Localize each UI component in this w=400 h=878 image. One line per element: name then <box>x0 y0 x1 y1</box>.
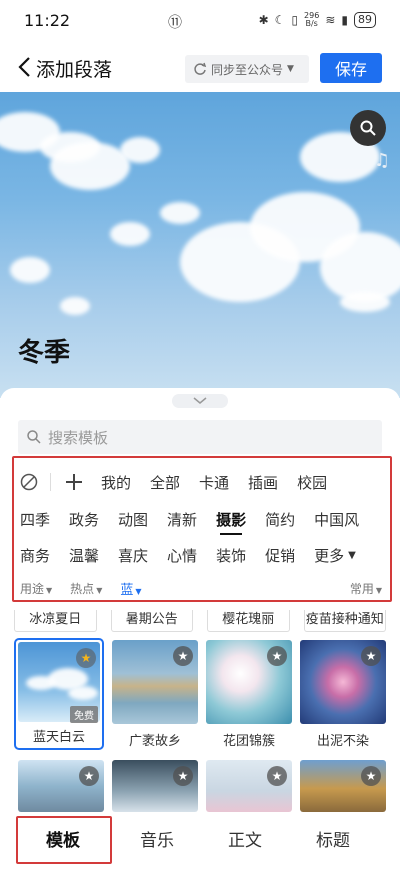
common-label: 常用 <box>349 581 374 596</box>
signal-icon: ▮ <box>341 13 348 27</box>
template-card-label: 蓝天白云 <box>32 730 85 745</box>
filter-tag-mine[interactable]: 我的 <box>101 472 131 493</box>
filter-tag-animated[interactable]: 动图 <box>118 509 148 530</box>
filter-tag-seasons[interactable]: 四季 <box>20 509 50 530</box>
filter-tag-campus[interactable]: 校园 <box>297 472 327 493</box>
back-arrow-icon[interactable] <box>14 54 36 80</box>
filter-tag-government[interactable]: 政务 <box>69 509 99 530</box>
tab-template[interactable]: 模板 <box>46 826 80 851</box>
template-card-selected[interactable]: ★ 免费 蓝天白云 <box>14 638 104 750</box>
header: 添加段落 同步至公众号 ▼ 保存 <box>0 40 400 94</box>
network-speed: 296 B/s <box>304 12 319 28</box>
do-not-disturb-icon: ☾ <box>274 13 286 27</box>
chevron-down-icon: ▼ <box>96 585 103 595</box>
sync-to-account-dropdown[interactable]: 同步至公众号 ▼ <box>185 55 309 83</box>
template-card-label: 花团锦簇 <box>222 734 275 749</box>
filter-tag-mood[interactable]: 心情 <box>167 545 197 566</box>
favorite-star-icon[interactable]: ★ <box>361 646 381 666</box>
filter-tag-business[interactable]: 商务 <box>20 545 50 566</box>
favorite-star-icon[interactable]: ★ <box>79 766 99 786</box>
preset-template-row: 冰凉夏日 暑期公告 樱花瑰丽 疫苗接种通知 <box>14 610 386 632</box>
filter-tag-cartoon[interactable]: 卡通 <box>199 472 229 493</box>
template-panel: 搜索模板 我的 全部 卡通 插画 校园 四季 政务 动图 清新 摄影 简约 中国… <box>0 388 400 866</box>
chevron-down-icon: ▼ <box>348 549 356 561</box>
chevron-down-icon: ▼ <box>287 64 294 74</box>
filter-tag-all[interactable]: 全部 <box>150 472 180 493</box>
hot-dropdown[interactable]: 热点 ▼ <box>70 580 102 597</box>
template-search-input[interactable]: 搜索模板 <box>18 420 382 454</box>
notification-icon: ⑪ <box>168 15 182 31</box>
status-time: 11:22 <box>24 11 71 30</box>
filter-tag-promotion[interactable]: 促销 <box>265 545 295 566</box>
bluetooth-icon: ✱ <box>258 13 269 27</box>
preset-template[interactable]: 樱花瑰丽 <box>207 610 290 632</box>
filter-row-1: 我的 全部 卡通 插画 校园 <box>14 470 327 494</box>
template-card-label: 出泥不染 <box>316 734 369 749</box>
favorite-star-icon[interactable]: ★ <box>267 646 287 666</box>
cover-image[interactable]: ♫ 冬季 <box>0 92 400 398</box>
favorite-star-icon[interactable]: ★ <box>267 766 287 786</box>
category-filter-panel: 我的 全部 卡通 插画 校园 四季 政务 动图 清新 摄影 简约 中国风 商务 … <box>12 456 392 602</box>
chevron-down-icon: ▼ <box>135 586 142 596</box>
favorite-star-icon[interactable]: ★ <box>173 766 193 786</box>
image-search-button[interactable] <box>350 110 386 146</box>
network-speed-unit: B/s <box>305 19 318 28</box>
page-title: 添加段落 <box>36 59 113 81</box>
filter-tag-fresh[interactable]: 清新 <box>167 509 197 530</box>
filter-tag-more[interactable]: 更多 <box>314 545 344 566</box>
filter-row-4: 用途 ▼ 热点 ▼ 蓝 ▼ 常用 ▼ <box>14 576 390 600</box>
common-dropdown[interactable]: 常用 ▼ <box>350 580 382 597</box>
filter-tag-minimal[interactable]: 简约 <box>265 509 295 530</box>
filter-tag-illustration[interactable]: 插画 <box>248 472 278 493</box>
usage-dropdown[interactable]: 用途 ▼ <box>20 580 52 597</box>
tab-music[interactable]: 音乐 <box>140 826 174 851</box>
tab-body-text[interactable]: 正文 <box>228 826 262 851</box>
favorite-star-icon[interactable]: ★ <box>361 766 381 786</box>
divider <box>50 473 51 491</box>
chevron-down-icon: ▼ <box>46 585 53 595</box>
chevron-down-icon <box>193 397 207 404</box>
filter-row-2: 四季 政务 动图 清新 摄影 简约 中国风 <box>14 507 359 535</box>
status-icons: ✱ ☾ ▯ 296 B/s ≋ ▮ 89 <box>259 12 376 28</box>
sync-label: 同步至公众号 <box>211 62 284 77</box>
filter-tag-warm[interactable]: 温馨 <box>69 545 99 566</box>
filter-tag-photography[interactable]: 摄影 <box>216 509 246 535</box>
sync-icon <box>194 62 207 75</box>
cover-title[interactable]: 冬季 <box>18 332 70 369</box>
save-button[interactable]: 保存 <box>320 53 382 83</box>
favorite-star-icon[interactable]: ★ <box>173 646 193 666</box>
add-icon[interactable] <box>65 473 83 491</box>
filter-tag-festive[interactable]: 喜庆 <box>118 545 148 566</box>
chevron-down-icon: ▼ <box>375 585 382 595</box>
template-card[interactable]: ★ 花团锦簇 <box>206 640 292 758</box>
tab-heading[interactable]: 标题 <box>316 826 350 851</box>
filter-tag-decoration[interactable]: 装饰 <box>216 545 246 566</box>
panel-drag-handle[interactable] <box>172 394 228 408</box>
preset-template[interactable]: 疫苗接种通知 <box>303 610 386 632</box>
preset-template[interactable]: 冰凉夏日 <box>14 610 97 632</box>
search-icon <box>360 120 376 136</box>
bottom-tab-bar: 模板 音乐 正文 标题 <box>0 812 400 866</box>
no-template-icon[interactable] <box>20 473 38 491</box>
color-label: 蓝 <box>120 582 134 598</box>
music-note-icon[interactable]: ♫ <box>374 150 390 171</box>
color-dropdown[interactable]: 蓝 ▼ <box>120 579 141 598</box>
status-bar: 11:22 ⑪ ✱ ☾ ▯ 296 B/s ≋ ▮ 89 <box>0 0 400 40</box>
template-card-label: 广袤故乡 <box>128 734 181 749</box>
free-badge: 免费 <box>70 706 98 723</box>
favorite-star-icon[interactable]: ★ <box>76 648 96 668</box>
template-card[interactable]: ★ 出泥不染 <box>300 640 386 758</box>
usage-label: 用途 <box>20 581 45 596</box>
wifi-icon: ≋ <box>325 13 336 27</box>
template-card[interactable]: ★ 广袤故乡 <box>112 640 198 758</box>
filter-row-3: 商务 温馨 喜庆 心情 装饰 促销 更多 ▼ <box>14 543 356 567</box>
filter-tag-chinese-style[interactable]: 中国风 <box>314 509 359 530</box>
preset-template[interactable]: 暑期公告 <box>110 610 193 632</box>
vibrate-icon: ▯ <box>291 13 299 27</box>
search-icon <box>27 430 41 444</box>
search-placeholder: 搜索模板 <box>48 428 109 447</box>
hot-label: 热点 <box>70 581 95 596</box>
battery-indicator: 89 <box>354 12 376 28</box>
